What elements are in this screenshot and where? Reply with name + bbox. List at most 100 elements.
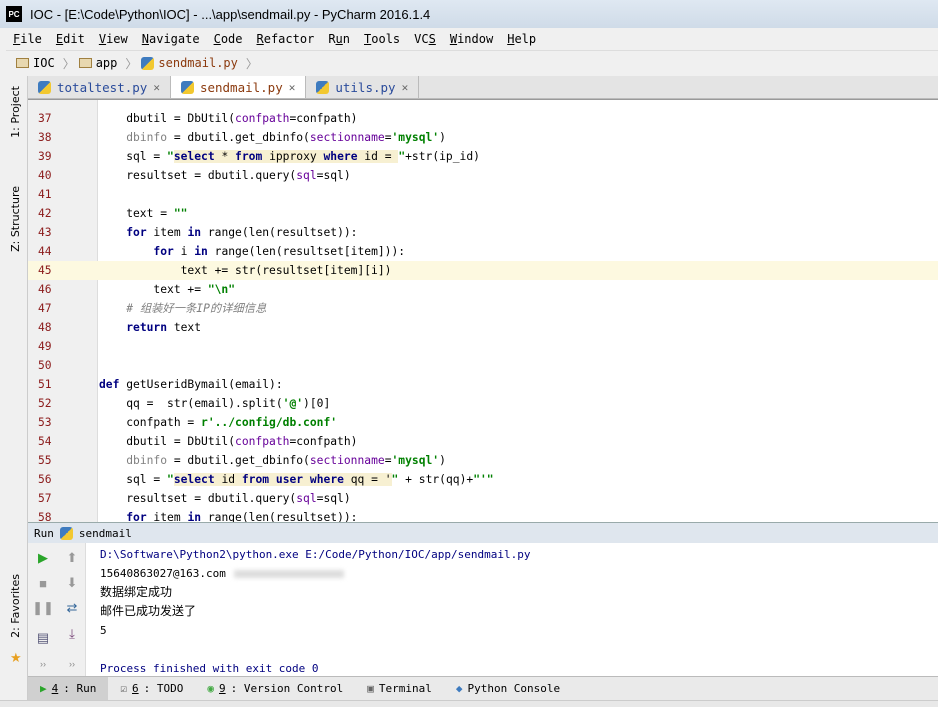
code-token: sql [296,169,317,182]
code-token: where [323,150,358,163]
tool-mnemonic: 4 [51,682,59,695]
code-token: r'../config/db.conf' [201,416,338,429]
menu-item[interactable]: Tools [357,32,407,46]
code-token: '@' [282,397,304,410]
menu-item[interactable]: Code [207,32,250,46]
close-icon[interactable]: ✕ [153,81,160,94]
tab-sendmail[interactable]: sendmail.py ✕ [170,76,307,98]
menu-item[interactable]: VCS [407,32,443,46]
stop-icon[interactable]: ■ [34,574,52,592]
breadcrumb-item[interactable]: sendmail.py [141,56,238,70]
line-number: 48 [38,321,52,334]
tool-window-versioncontrol[interactable]: ◉ 9: Version Control [195,677,355,700]
code-token: sql [296,492,317,505]
up-arrow-icon[interactable]: ⬆ [63,549,81,567]
rerun-icon[interactable]: ▶ [34,549,52,567]
code-token: text += [99,283,208,296]
code-token: dbutil = DbUtil( [99,112,236,125]
menu-label-part: n [342,31,351,46]
tool-mnemonic: 6 [132,682,139,695]
menu-label-part: VC [414,31,429,46]
menu-item[interactable]: View [92,32,135,46]
python-file-icon [141,56,155,70]
tool-window-terminal[interactable]: ▣ Terminal [355,677,444,700]
code-token: text [167,321,202,334]
down-arrow-icon[interactable]: ⬇ [63,574,81,592]
code-token: confpath [235,435,290,448]
code-token: select [173,473,215,486]
menu-item[interactable]: Run [321,32,357,46]
menu-label-part: elp [514,31,537,46]
code-line: 52 qq = str(email).split('@')[0] [28,394,938,413]
pause-icon[interactable]: ❚❚ [32,599,54,617]
line-number: 50 [38,359,52,372]
menu-item[interactable]: Window [443,32,500,46]
code-token: qq = ' [343,473,392,486]
code-token: where [309,473,344,486]
chevron-right-icon: 〉 [125,56,138,71]
breadcrumb-item[interactable]: IOC [16,56,55,70]
code-token [303,473,310,486]
code-line: 47 # 组装好一条IP的详细信息 [28,299,938,318]
line-number: 45 [38,264,52,277]
code-line: 50 [28,356,938,375]
close-icon[interactable]: ✕ [402,81,409,94]
soft-wrap-icon[interactable]: ⇄ [63,599,81,617]
tab-label: totaltest.py [57,79,148,95]
menu-item[interactable]: Navigate [135,32,207,46]
console-output[interactable]: D:\Software\Python2\python.exe E:/Code/P… [86,543,938,676]
menu-item[interactable]: File [6,32,49,46]
code-text: sql = "select * from ipproxy where id = … [99,147,480,166]
line-number: 54 [38,435,52,448]
code-text: confpath = r'../config/db.conf' [99,413,337,432]
code-token: i [173,245,195,258]
code-token: " [167,150,174,163]
menu-label-part: ools [371,31,401,46]
version-control-icon: ◉ [207,682,214,695]
code-text: # 组装好一条IP的详细信息 [99,299,266,318]
more-icon[interactable]: ›› [34,655,52,673]
pycharm-logo-icon: PC [6,6,22,22]
code-token: dbinfo [126,131,168,144]
menu-item[interactable]: Help [500,32,543,46]
menu-item[interactable]: Refactor [250,32,322,46]
tool-window-run[interactable]: ▶ 4: Run [28,677,109,700]
code-token: range(len(resultset)): [201,226,358,239]
breadcrumb-item[interactable]: app [78,56,117,70]
code-token: id [214,473,242,486]
code-token: "" [173,207,188,220]
code-editor[interactable]: 37 dbutil = DbUtil(confpath=confpath) 38 … [28,99,938,522]
tool-window-todo[interactable]: ☑ 6: TODO [108,677,195,700]
code-token: * [214,150,236,163]
menu-label-part: R [328,31,336,46]
project-tool-button[interactable]: 1: Project [9,86,22,138]
tool-window-pythonconsole[interactable]: ◆ Python Console [444,677,572,700]
menu-item[interactable]: Edit [49,32,92,46]
tab-totaltest[interactable]: totaltest.py ✕ [28,76,171,98]
structure-tool-button[interactable]: Z: Structure [9,186,22,252]
code-token: sql = [99,473,168,486]
code-text: dbutil = DbUtil(confpath=confpath) [99,432,357,451]
tab-utils[interactable]: utils.py ✕ [306,76,420,98]
code-line: 54 dbutil = DbUtil(confpath=confpath) [28,432,938,451]
code-token: range(len(resultset[item])): [207,245,406,258]
layout-icon[interactable]: ▤ [34,629,52,647]
code-text: dbinfo = dbutil.get_dbinfo(sectionname='… [99,128,446,147]
run-icon: ▶ [40,682,47,695]
console-line: 15640863027@163.com [100,564,938,583]
line-number: 43 [38,226,52,239]
tool-label: : Version Control [230,682,344,695]
tab-label: sendmail.py [199,79,283,95]
code-token: in [187,511,202,522]
tool-label: : TODO [143,682,184,695]
code-token: in [187,226,202,239]
tool-label: Terminal [378,682,432,695]
favorites-tool-button[interactable]: 2: Favorites [9,574,22,638]
more-icon[interactable]: ›› [63,655,81,673]
scroll-to-end-icon[interactable]: ⤓ [63,625,81,643]
chevron-right-icon: 〉 [245,56,258,71]
close-icon[interactable]: ✕ [289,81,296,94]
